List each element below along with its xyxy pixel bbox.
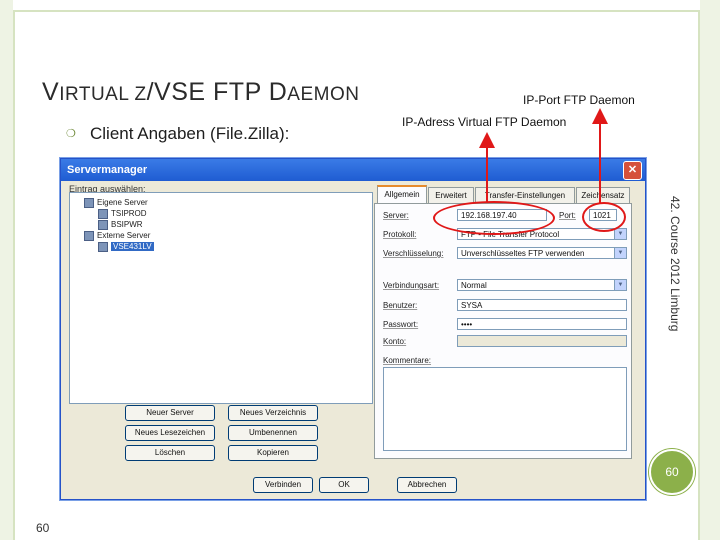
general-panel: Server: 192.168.197.40 Port: 1021 Protok…	[374, 203, 632, 459]
folder-icon	[84, 198, 94, 208]
encryption-select[interactable]: Unverschlüsseltes FTP verwenden ▼	[457, 247, 627, 259]
servermanager-dialog: Servermanager ✕ Eintrag auswählen: Eigen…	[60, 158, 646, 500]
bullet-text: Client Angaben (File.Zilla):	[90, 124, 290, 143]
chevron-down-icon: ▼	[614, 229, 626, 239]
user-input[interactable]: SYSA	[457, 299, 627, 311]
new-bookmark-button[interactable]: Neues Lesezeichen	[125, 425, 215, 441]
slide-frame-top	[13, 0, 700, 12]
slide-title: VIRTUAL Z/VSE FTP DAEMON	[42, 78, 360, 106]
new-folder-button[interactable]: Neues Verzeichnis	[228, 405, 318, 421]
connect-button[interactable]: Verbinden	[253, 477, 313, 493]
user-label: Benutzer:	[383, 301, 418, 310]
tree-item-bsipwr[interactable]: BSIPWR	[98, 220, 143, 230]
new-server-button[interactable]: Neuer Server	[125, 405, 215, 421]
server-icon	[98, 242, 108, 252]
dialog-title: Servermanager	[67, 164, 148, 176]
server-highlight	[433, 201, 555, 235]
annotation-ip: IP-Adress Virtual FTP Daemon	[402, 115, 567, 129]
chevron-down-icon: ▼	[614, 248, 626, 258]
delete-button[interactable]: Löschen	[125, 445, 215, 461]
tab-general[interactable]: Allgemein	[377, 185, 427, 204]
tree-item-tsiprod[interactable]: TSIPROD	[98, 209, 147, 219]
comments-label: Kommentare:	[383, 356, 432, 365]
slide-frame-left	[0, 0, 15, 540]
tab-advanced[interactable]: Erweitert	[428, 187, 474, 203]
port-highlight	[582, 202, 626, 232]
password-input[interactable]: ••••	[457, 318, 627, 330]
vertical-note: 42. Course 2012 Limburg	[668, 196, 682, 332]
tree-item-external-servers[interactable]: Externe Server	[84, 231, 150, 241]
encryption-label: Verschlüsselung:	[383, 249, 444, 258]
tab-charset[interactable]: Zeichensatz	[576, 187, 630, 203]
logon-type-select[interactable]: Normal ▼	[457, 279, 627, 291]
account-label: Konto:	[383, 337, 407, 346]
protocol-label: Protokoll:	[383, 230, 417, 239]
annotation-port: IP-Port FTP Daemon	[523, 93, 635, 107]
server-label: Server:	[383, 211, 409, 220]
chevron-down-icon: ▼	[614, 280, 626, 290]
server-tree[interactable]: Eigene Server TSIPROD BSIPWR Externe Ser…	[69, 192, 373, 404]
port-label: Port:	[559, 211, 576, 220]
page-number: 60	[36, 521, 50, 535]
copy-button[interactable]: Kopieren	[228, 445, 318, 461]
dialog-titlebar: Servermanager ✕	[61, 159, 645, 181]
close-icon[interactable]: ✕	[623, 161, 642, 180]
logon-type-label: Verbindungsart:	[383, 281, 440, 290]
server-icon	[98, 209, 108, 219]
bullet-icon: ❍	[66, 128, 76, 140]
slide-frame-right	[698, 0, 720, 540]
tree-item-vse431lv[interactable]: VSE431LV	[98, 242, 154, 252]
slide-number-badge: 60	[649, 449, 695, 495]
password-label: Passwort:	[383, 320, 419, 329]
ok-button[interactable]: OK	[319, 477, 369, 493]
server-icon	[98, 220, 108, 230]
cancel-button[interactable]: Abbrechen	[397, 477, 457, 493]
account-input	[457, 335, 627, 347]
tree-item-own-servers[interactable]: Eigene Server	[84, 198, 148, 208]
rename-button[interactable]: Umbenennen	[228, 425, 318, 441]
comments-textarea[interactable]	[383, 367, 627, 451]
folder-icon	[84, 231, 94, 241]
